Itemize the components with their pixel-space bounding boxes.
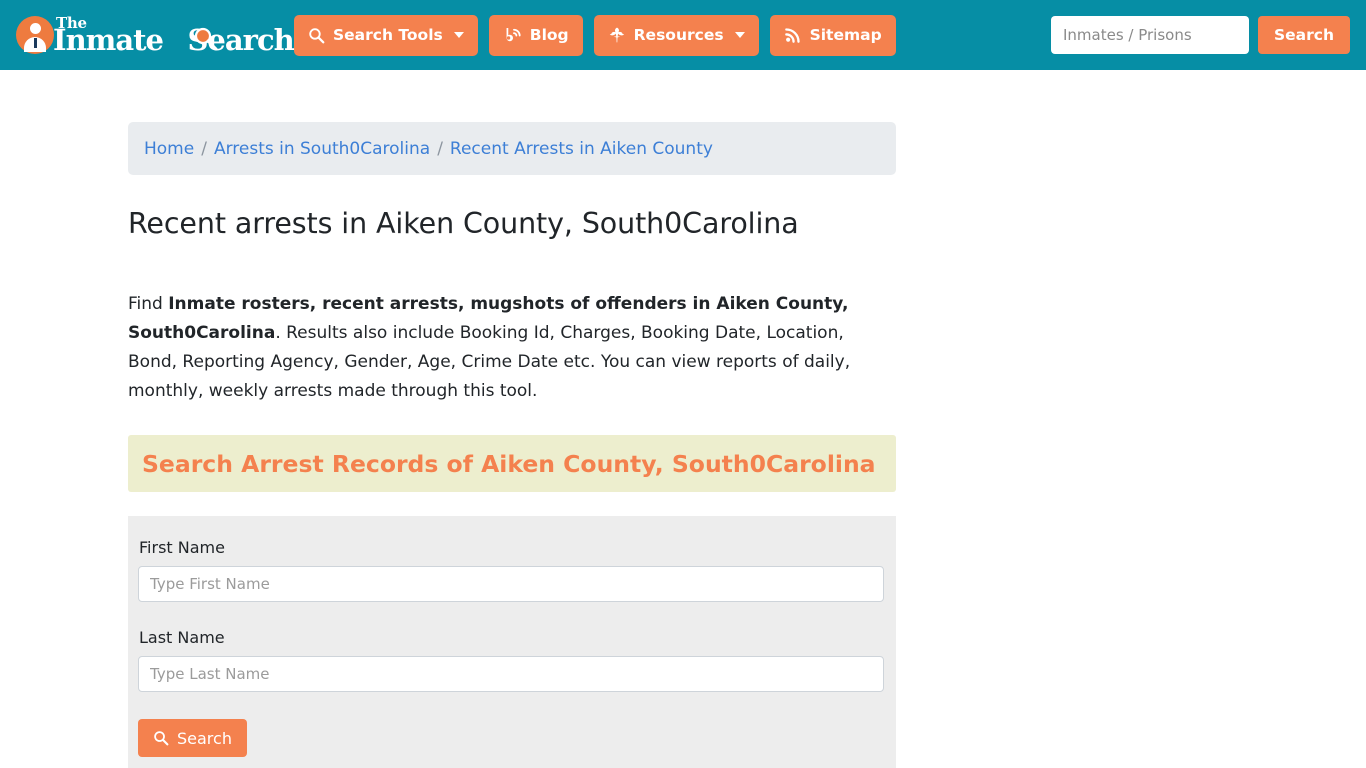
breadcrumb-item-state[interactable]: Arrests in South0Carolina <box>214 139 430 159</box>
site-logo[interactable]: The Inmate_Search <box>16 12 295 58</box>
blog-b-icon <box>503 26 522 44</box>
first-name-input[interactable] <box>138 566 884 602</box>
header-search-button-label: Search <box>1273 26 1334 44</box>
intro-lead: Find <box>128 294 169 314</box>
nav-sitemap-button[interactable]: Sitemap <box>769 14 896 56</box>
field-spacer <box>138 602 886 628</box>
header-search-button[interactable]: Search <box>1257 16 1350 54</box>
logo-main-text: Inmate_Search <box>53 23 295 57</box>
form-search-button-label: Search <box>177 728 232 748</box>
first-name-label: First Name <box>139 538 225 557</box>
breadcrumb: Home / Arrests in South0Carolina / Recen… <box>128 122 896 175</box>
chevron-down-icon <box>453 32 464 38</box>
nav-blog-button[interactable]: Blog <box>488 14 583 56</box>
breadcrumb-separator: / <box>437 138 443 159</box>
arrest-search-form: First Name Last Name Search <box>128 516 896 768</box>
main-navigation: Search Tools Blog Resources Sitemap <box>294 14 896 56</box>
last-name-label: Last Name <box>139 628 225 647</box>
intro-paragraph: Find Inmate rosters, recent arrests, mug… <box>128 290 896 406</box>
header-search-input[interactable] <box>1050 16 1249 54</box>
logo-wordmark: The Inmate_Search <box>53 12 295 58</box>
site-header: The Inmate_Search Search Tools <box>0 0 1366 70</box>
nav-search-tools-button[interactable]: Search Tools <box>294 14 478 56</box>
logo-inmate-text: Inmate <box>53 23 164 57</box>
inmate-person-icon <box>16 16 54 54</box>
breadcrumb-separator: / <box>201 138 207 159</box>
breadcrumb-item-current: Recent Arrests in Aiken County <box>449 138 713 159</box>
form-search-button[interactable]: Search <box>138 719 247 757</box>
nav-resources-label: Resources <box>633 26 724 44</box>
nav-sitemap-label: Sitemap <box>809 26 882 44</box>
form-submit-area: Search <box>138 719 886 757</box>
last-name-input[interactable] <box>138 656 884 692</box>
rss-icon <box>784 26 802 44</box>
nav-resources-button[interactable]: Resources <box>593 14 759 56</box>
magnifier-icon <box>194 27 218 51</box>
nav-search-tools-label: Search Tools <box>333 26 443 44</box>
search-records-banner: Search Arrest Records of Aiken County, S… <box>128 435 896 492</box>
page-container: Home / Arrests in South0Carolina / Recen… <box>128 70 896 768</box>
magnifier-icon <box>153 730 169 746</box>
magnifier-icon <box>308 27 325 44</box>
leaf-icon <box>608 26 626 44</box>
nav-blog-label: Blog <box>529 26 569 44</box>
header-search-form: Search <box>1050 16 1350 54</box>
chevron-down-icon <box>734 32 745 38</box>
banner-heading: Search Arrest Records of Aiken County, S… <box>142 449 876 478</box>
page-title: Recent arrests in Aiken County, South0Ca… <box>128 207 799 240</box>
breadcrumb-item-home[interactable]: Home <box>144 139 194 159</box>
